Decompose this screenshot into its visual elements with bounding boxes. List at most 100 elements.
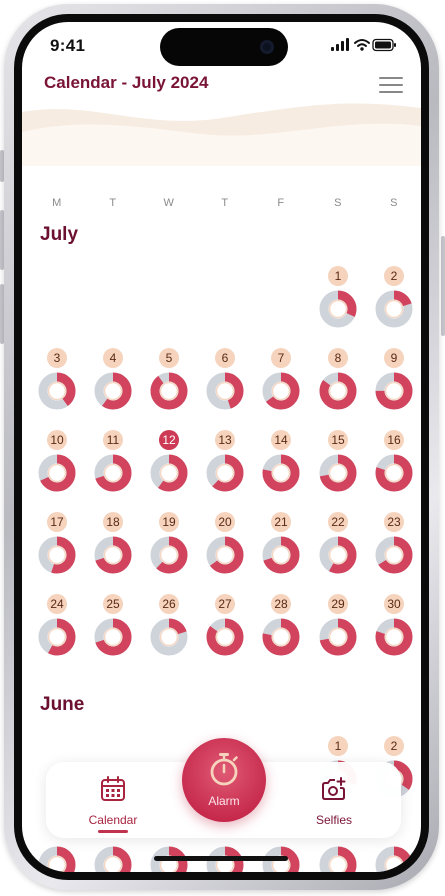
day-number: 6 — [215, 348, 235, 368]
progress-ring — [94, 846, 132, 872]
progress-ring — [94, 372, 132, 410]
app-screen: 9:41 Calendar - July 2024 M T W T F S S … — [22, 22, 421, 872]
day-number: 22 — [328, 512, 348, 532]
day-cell[interactable]: 28 — [256, 594, 306, 664]
alarm-button[interactable]: Alarm — [182, 738, 266, 822]
day-cell[interactable]: 26 — [144, 594, 194, 664]
day-number: 9 — [384, 348, 404, 368]
stopwatch-icon — [210, 753, 238, 786]
month-title: June — [40, 694, 85, 715]
progress-ring — [319, 618, 357, 656]
progress-ring — [375, 846, 413, 872]
progress-ring — [375, 618, 413, 656]
day-cell[interactable]: 9 — [369, 348, 419, 418]
day-cell[interactable]: 25 — [88, 594, 138, 664]
home-indicator — [154, 856, 288, 861]
calendar-icon — [101, 776, 125, 801]
day-number: 8 — [328, 348, 348, 368]
weekday-label: S — [390, 197, 398, 209]
day-cell[interactable]: 3 — [32, 348, 82, 418]
day-cell[interactable]: 11 — [88, 430, 138, 500]
progress-ring — [262, 536, 300, 574]
progress-ring — [206, 618, 244, 656]
progress-ring — [319, 846, 357, 872]
day-cell[interactable]: 16 — [369, 430, 419, 500]
status-bar: 9:41 — [22, 22, 421, 70]
progress-ring — [375, 372, 413, 410]
day-number: 2 — [384, 266, 404, 286]
wifi-icon — [354, 39, 370, 47]
dynamic-island — [160, 28, 288, 66]
day-cell[interactable]: 23 — [369, 512, 419, 582]
day-number: 5 — [159, 348, 179, 368]
day-number: 15 — [328, 430, 348, 450]
day-cell[interactable]: 30 — [369, 594, 419, 664]
day-number: 3 — [47, 348, 67, 368]
day-cell[interactable]: 10 — [32, 430, 82, 500]
day-cell[interactable]: 4 — [88, 348, 138, 418]
progress-ring — [206, 454, 244, 492]
day-cell[interactable]: 5 — [144, 348, 194, 418]
day-cell[interactable]: 7 — [256, 348, 306, 418]
camera-icon — [260, 40, 274, 54]
progress-ring — [38, 846, 76, 872]
day-cell[interactable]: 2 — [369, 266, 419, 336]
day-number: 20 — [215, 512, 235, 532]
day-cell[interactable]: 13 — [200, 430, 250, 500]
day-cell[interactable]: 20 — [200, 512, 250, 582]
add-photo-icon — [322, 777, 346, 800]
day-cell[interactable]: 19 — [144, 512, 194, 582]
day-cell[interactable]: 24 — [32, 594, 82, 664]
day-number: 14 — [271, 430, 291, 450]
progress-ring — [94, 454, 132, 492]
day-cell[interactable]: 14 — [256, 430, 306, 500]
progress-ring — [319, 372, 357, 410]
day-number: 2 — [384, 736, 404, 756]
month-title: July — [40, 224, 79, 245]
day-cell[interactable]: 18 — [88, 512, 138, 582]
weekday-label: W — [163, 197, 175, 209]
day-number: 10 — [47, 430, 67, 450]
day-cell[interactable]: 29 — [313, 594, 363, 664]
progress-ring — [38, 454, 76, 492]
progress-ring — [375, 454, 413, 492]
progress-ring — [150, 618, 188, 656]
progress-ring — [319, 536, 357, 574]
day-cell[interactable]: 17 — [32, 512, 82, 582]
day-number: 19 — [159, 512, 179, 532]
progress-ring — [206, 372, 244, 410]
day-number: 12 — [159, 430, 179, 450]
progress-ring — [319, 290, 357, 328]
status-icons — [331, 38, 397, 57]
day-cell[interactable]: 27 — [200, 594, 250, 664]
day-cell[interactable]: 6 — [200, 348, 250, 418]
day-number: 1 — [328, 736, 348, 756]
tab-selfies-label: Selfies — [315, 813, 353, 827]
day-cell[interactable]: 8 — [313, 348, 363, 418]
day-number: 30 — [384, 594, 404, 614]
day-cell[interactable]: 22 — [313, 512, 363, 582]
day-cell[interactable]: 15 — [313, 430, 363, 500]
tab-selfies[interactable]: Selfies — [279, 762, 389, 838]
progress-ring — [375, 536, 413, 574]
weekday-label: T — [221, 197, 229, 209]
day-number: 29 — [328, 594, 348, 614]
progress-ring — [375, 290, 413, 328]
day-number: 1 — [328, 266, 348, 286]
day-cell[interactable]: 1 — [313, 266, 363, 336]
progress-ring — [206, 536, 244, 574]
day-number: 17 — [47, 512, 67, 532]
day-cell[interactable]: 12 — [144, 430, 194, 500]
day-number: 27 — [215, 594, 235, 614]
tab-calendar-label: Calendar — [88, 813, 138, 827]
tab-calendar[interactable]: Calendar — [58, 762, 168, 838]
day-number: 13 — [215, 430, 235, 450]
battery-icon — [372, 38, 396, 52]
day-number: 16 — [384, 430, 404, 450]
day-cell[interactable]: 21 — [256, 512, 306, 582]
day-number: 18 — [103, 512, 123, 532]
header-wave — [22, 103, 421, 166]
day-number: 25 — [103, 594, 123, 614]
alarm-label: Alarm — [208, 794, 240, 808]
hamburger-menu-icon[interactable] — [379, 76, 403, 94]
